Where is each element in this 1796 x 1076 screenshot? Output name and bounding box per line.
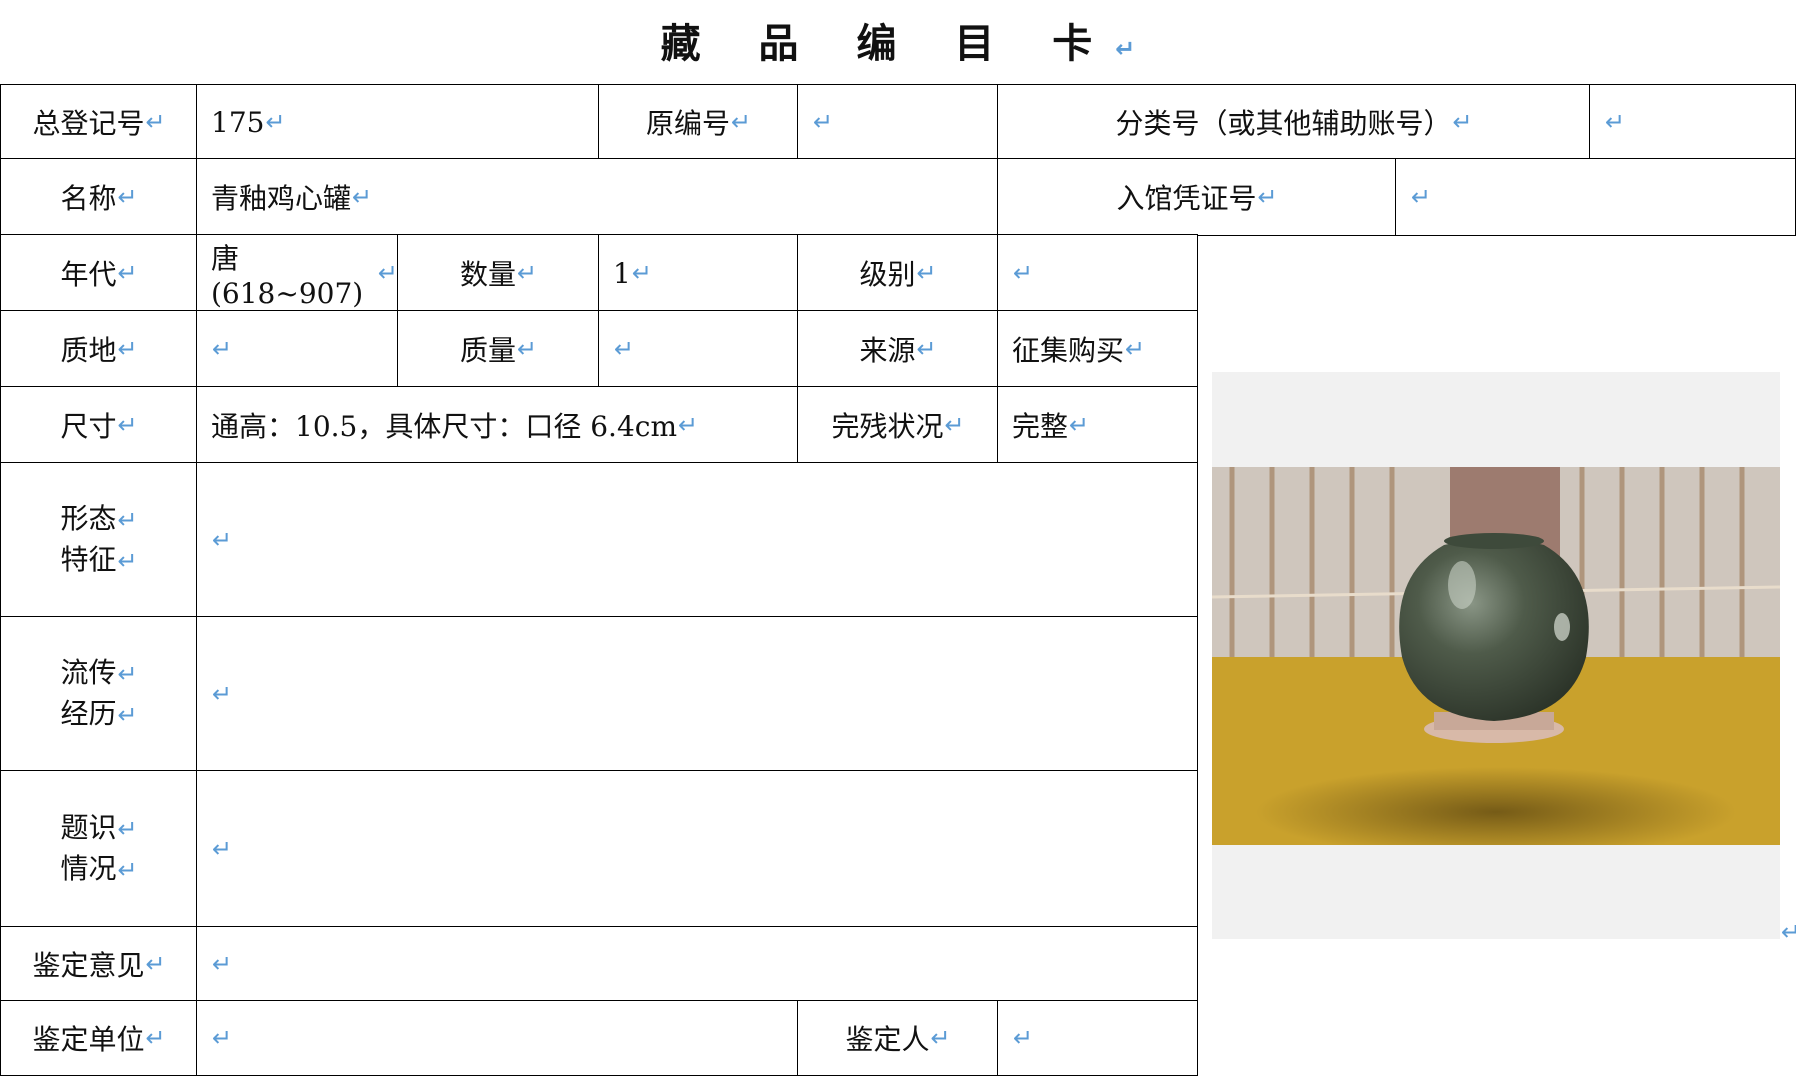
material-label: 质地 ↵ xyxy=(0,310,198,388)
material-value[interactable]: ↵ xyxy=(196,310,399,388)
name-value[interactable]: 青釉鸡心罐 ↵ xyxy=(196,158,999,236)
classification-no-value[interactable]: ↵ xyxy=(1589,84,1796,160)
appraisal-unit-value[interactable]: ↵ xyxy=(196,1000,799,1076)
condition-label: 完残状况 ↵ xyxy=(797,386,999,464)
original-no-value[interactable]: ↵ xyxy=(797,84,999,160)
inscription-label: 题识↵ 情况↵ xyxy=(0,770,198,928)
paragraph-end-mark: ↵ xyxy=(1781,918,1796,946)
classification-no-label: 分类号（或其他辅助账号） ↵ xyxy=(997,84,1591,160)
weight-label: 质量 ↵ xyxy=(397,310,600,388)
celadon-jar-photo-icon xyxy=(1212,467,1780,845)
weight-value[interactable]: ↵ xyxy=(598,310,799,388)
registration-no-label: 总登记号 ↵ xyxy=(0,84,198,160)
inscription-value[interactable]: ↵ xyxy=(196,770,1198,928)
celadon-jar-photo[interactable] xyxy=(1212,467,1780,845)
dimensions-label: 尺寸 ↵ xyxy=(0,386,198,464)
form-features-label: 形态↵ 特征↵ xyxy=(0,462,198,618)
appraisal-opinion-value[interactable]: ↵ xyxy=(196,926,1198,1002)
registration-no-value[interactable]: 175 ↵ xyxy=(196,84,600,160)
original-no-label: 原编号 ↵ xyxy=(598,84,799,160)
provenance-value[interactable]: ↵ xyxy=(196,616,1198,772)
form-features-value[interactable]: ↵ xyxy=(196,462,1198,618)
entry-voucher-no-value[interactable]: ↵ xyxy=(1395,158,1796,236)
name-label: 名称 ↵ xyxy=(0,158,198,236)
appraiser-label: 鉴定人 ↵ xyxy=(797,1000,999,1076)
source-label: 来源 ↵ xyxy=(797,310,999,388)
condition-value[interactable]: 完整 ↵ xyxy=(997,386,1198,464)
appraisal-opinion-label: 鉴定意见 ↵ xyxy=(0,926,198,1002)
entry-voucher-no-label: 入馆凭证号 ↵ xyxy=(997,158,1397,236)
appraiser-value[interactable]: ↵ xyxy=(997,1000,1198,1076)
quantity-label: 数量 ↵ xyxy=(397,234,600,312)
grade-value[interactable]: ↵ xyxy=(997,234,1198,312)
era-label: 年代 ↵ xyxy=(0,234,198,312)
page-title: 藏 品 编 目 卡↵ xyxy=(660,21,1136,67)
dimensions-value[interactable]: 通高：10.5，具体尺寸：口径 6.4cm ↵ xyxy=(196,386,799,464)
appraisal-unit-label: 鉴定单位 ↵ xyxy=(0,1000,198,1076)
provenance-label: 流传↵ 经历↵ xyxy=(0,616,198,772)
grade-label: 级别 ↵ xyxy=(797,234,999,312)
quantity-value[interactable]: 1 ↵ xyxy=(598,234,799,312)
source-value[interactable]: 征集购买 ↵ xyxy=(997,310,1198,388)
era-value[interactable]: 唐(618~907) ↵ xyxy=(196,234,399,312)
